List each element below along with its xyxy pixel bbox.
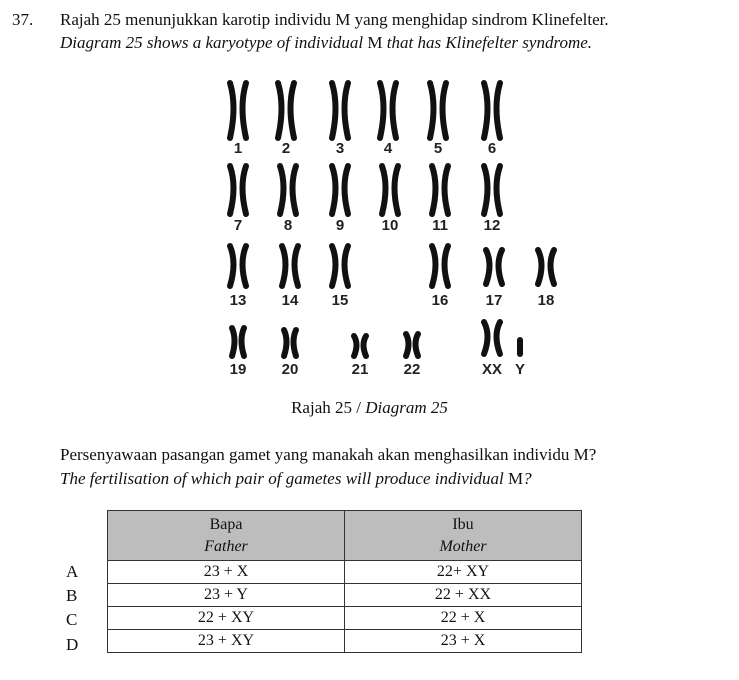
chromosome-xx <box>481 319 503 357</box>
chromosome-label: 2 <box>282 140 290 157</box>
intro-english: Diagram 25 shows a karyotype of individu… <box>60 33 592 53</box>
chromosome-14 <box>279 243 301 289</box>
chromosome-label: XX <box>482 361 502 378</box>
father-cell: 23 + XY <box>107 629 345 653</box>
father-cell: 23 + Y <box>107 583 345 607</box>
father-header-malay: Bapa <box>209 515 243 533</box>
chromosome-15 <box>329 243 351 289</box>
chromosome-12 <box>481 163 503 217</box>
chromosome-label: 22 <box>404 361 421 378</box>
gamete-options-table: Bapa Father Ibu Mother 23 + X 22+ XY 23 + Y… <box>107 510 582 653</box>
option-letter-b[interactable]: B <box>66 586 77 606</box>
mother-header-malay: Ibu <box>452 515 474 533</box>
table-row[interactable]: 22 + XY 22 + X <box>107 606 582 630</box>
chromosome-label: 18 <box>538 292 555 309</box>
option-letter-c[interactable]: C <box>66 610 77 630</box>
intro-english-part2: that has Klinefelter syndrome. <box>382 33 593 52</box>
table-row[interactable]: 23 + XY 23 + X <box>107 629 582 653</box>
chromosome-label: 9 <box>336 217 344 234</box>
chromosome-label: 21 <box>352 361 369 378</box>
chromosome-label: 13 <box>230 292 247 309</box>
father-header: Bapa Father <box>107 510 345 561</box>
table-row[interactable]: 23 + Y 22 + XX <box>107 583 582 607</box>
chromosome-label: 19 <box>230 361 247 378</box>
table-row[interactable]: 23 + X 22+ XY <box>107 560 582 584</box>
chromosome-18 <box>535 247 557 287</box>
chromosome-11 <box>429 163 451 217</box>
karyotype-diagram: 1 2 3 4 5 67 8 9 10 11 1213 14 15 16 17 1819 20 21 22 XX Y <box>227 80 557 378</box>
question-english: The fertilisation of which pair of gamet… <box>60 469 532 489</box>
mother-header: Ibu Mother <box>344 510 582 561</box>
chromosome-2 <box>275 80 297 141</box>
question-english-m: M <box>507 469 524 488</box>
chromosome-21 <box>351 333 369 359</box>
question-english-part2: ? <box>523 469 532 488</box>
chromosome-7 <box>227 163 249 217</box>
chromosome-label: 10 <box>382 217 399 234</box>
chromosome-label: 16 <box>432 292 449 309</box>
intro-malay: Rajah 25 menunjukkan karotip individu M … <box>60 10 609 29</box>
chromosome-label: 12 <box>484 217 501 234</box>
mother-cell: 23 + X <box>344 629 582 653</box>
father-cell: 23 + X <box>107 560 345 584</box>
father-cell: 22 + XY <box>107 606 345 630</box>
diagram-caption: Rajah 25 / Diagram 25 <box>0 398 739 418</box>
mother-cell: 22+ XY <box>344 560 582 584</box>
caption-malay: Rajah 25 / <box>291 398 366 417</box>
chromosome-label: 20 <box>282 361 299 378</box>
question-number: 37. <box>12 10 34 29</box>
chromosome-label: Y <box>515 361 525 378</box>
chromosome-1 <box>227 80 249 141</box>
chromosome-16 <box>429 243 451 289</box>
chromosome-13 <box>227 243 249 289</box>
caption-english: Diagram 25 <box>365 398 448 417</box>
chromosome-6 <box>481 80 503 141</box>
chromosome-10 <box>379 163 401 217</box>
mother-cell: 22 + XX <box>344 583 582 607</box>
chromosome-label: 1 <box>234 140 242 157</box>
option-letter-d[interactable]: D <box>66 635 78 655</box>
chromosome-8 <box>277 163 299 217</box>
chromosome-label: 3 <box>336 140 344 157</box>
chromosome-label: 4 <box>384 140 393 157</box>
mother-cell: 22 + X <box>344 606 582 630</box>
chromosome-9 <box>329 163 351 217</box>
chromosome-17 <box>483 247 505 287</box>
chromosome-4 <box>377 80 399 141</box>
question-malay: Persenyawaan pasangan gamet yang manakah… <box>60 445 597 464</box>
chromosome-label: 14 <box>282 292 299 309</box>
chromosome-19 <box>229 325 247 359</box>
chromosome-label: 17 <box>486 292 503 309</box>
chromosome-label: 11 <box>432 217 448 234</box>
chromosome-label: 5 <box>434 140 442 157</box>
table-header-row: Bapa Father Ibu Mother <box>107 510 582 561</box>
intro-english-part1: Diagram 25 shows a karyotype of individu… <box>60 33 368 52</box>
chromosome-3 <box>329 80 351 141</box>
intro-english-m: M <box>367 33 383 52</box>
chromosome-22 <box>403 331 421 359</box>
chromosome-label: 15 <box>332 292 349 309</box>
father-header-english: Father <box>204 537 248 555</box>
chromosome-label: 6 <box>488 140 496 157</box>
chromosome-5 <box>427 80 449 141</box>
mother-header-english: Mother <box>439 537 487 555</box>
question-english-part1: The fertilisation of which pair of gamet… <box>60 469 508 488</box>
option-letter-a[interactable]: A <box>66 562 78 582</box>
chromosome-20 <box>281 327 299 359</box>
chromosome-label: 8 <box>284 217 292 234</box>
chromosome-label: 7 <box>234 217 242 234</box>
